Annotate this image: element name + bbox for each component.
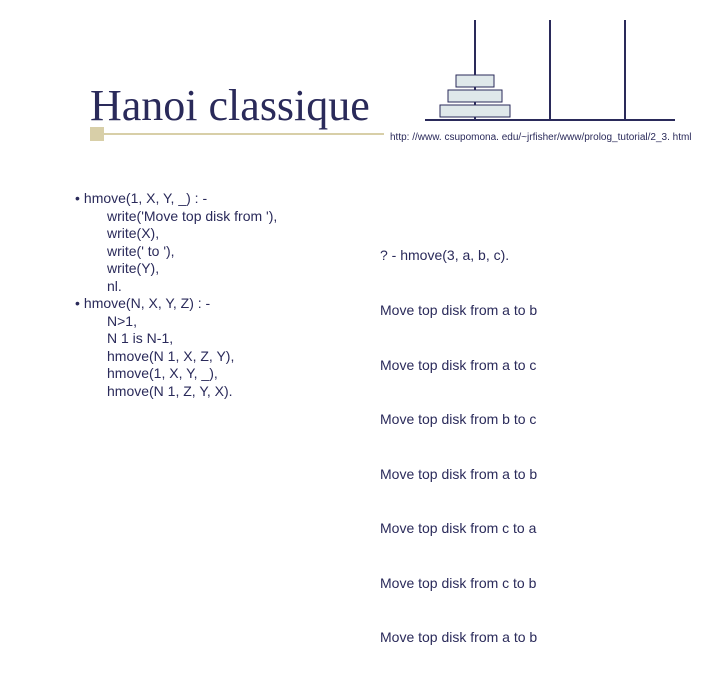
slide: Hanoi classique http: //www. csupomona. … xyxy=(0,0,720,540)
bullet-icon: • xyxy=(75,190,80,208)
code-line: write(' to '), xyxy=(75,243,277,261)
output-line: Move top disk from c to b xyxy=(380,574,537,592)
output-line: Move top disk from a to b xyxy=(380,628,537,646)
code-text: hmove(N, X, Y, Z) : - xyxy=(84,295,210,313)
code-line: N>1, xyxy=(75,313,277,331)
code-line: nl. xyxy=(75,278,277,296)
output-line: Move top disk from c to a xyxy=(380,519,537,537)
hanoi-diagram xyxy=(420,10,680,125)
source-url: http: //www. csupomona. edu/~jrfisher/ww… xyxy=(390,132,692,143)
prolog-output-block: ? - hmove(3, a, b, c). Move top disk fro… xyxy=(380,210,537,683)
output-line: Move top disk from a to b xyxy=(380,301,537,319)
code-text: hmove(1, X, Y, _) : - xyxy=(84,190,207,208)
output-query: ? - hmove(3, a, b, c). xyxy=(380,246,537,264)
title-accent-box xyxy=(90,127,104,141)
code-line: • hmove(1, X, Y, _) : - xyxy=(75,190,277,208)
title-accent-line xyxy=(104,133,384,135)
code-line: • hmove(N, X, Y, Z) : - xyxy=(75,295,277,313)
code-line: write('Move top disk from '), xyxy=(75,208,277,226)
output-line: Move top disk from b to c xyxy=(380,410,537,428)
code-line: write(X), xyxy=(75,225,277,243)
page-title: Hanoi classique xyxy=(90,80,370,131)
prolog-code-block: • hmove(1, X, Y, _) : - write('Move top … xyxy=(75,190,277,400)
code-line: hmove(1, X, Y, _), xyxy=(75,365,277,383)
output-line: Move top disk from a to b xyxy=(380,465,537,483)
code-line: write(Y), xyxy=(75,260,277,278)
code-line: hmove(N 1, X, Z, Y), xyxy=(75,348,277,366)
output-line: Move top disk from a to c xyxy=(380,356,537,374)
code-line: N 1 is N-1, xyxy=(75,330,277,348)
bullet-icon: • xyxy=(75,295,80,313)
code-line: hmove(N 1, Z, Y, X). xyxy=(75,383,277,401)
